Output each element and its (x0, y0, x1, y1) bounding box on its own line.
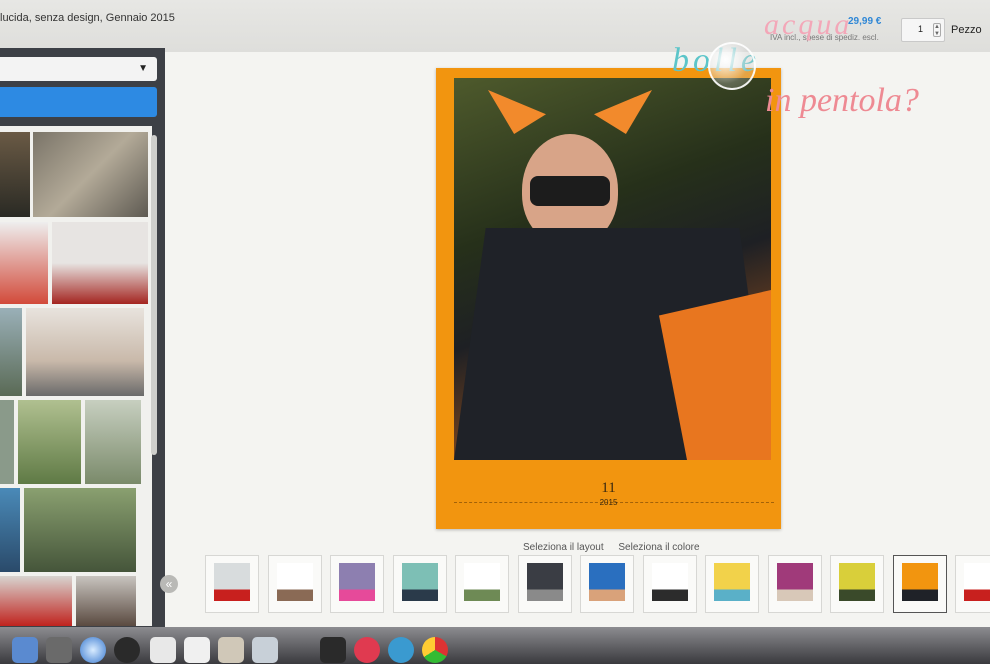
gallery-photo[interactable] (26, 308, 144, 396)
double-chevron-left-icon[interactable]: « (160, 575, 178, 593)
select-layout-link[interactable]: Seleziona il layout (523, 542, 604, 553)
gallery-photo[interactable] (0, 576, 72, 626)
bat-ear-right (594, 90, 652, 134)
template-thumbnail[interactable] (517, 555, 572, 613)
quantity-stepper[interactable]: 1 ▲ ▼ (901, 18, 945, 42)
photo-gallery (0, 126, 152, 626)
product-title: lucida, senza design, Gennaio 2015 (0, 12, 175, 24)
chrome-icon[interactable] (422, 637, 448, 663)
bat-mask (530, 176, 610, 206)
photos-icon[interactable] (218, 637, 244, 663)
template-thumbnail[interactable] (830, 555, 884, 613)
gallery-photo[interactable] (33, 132, 148, 217)
template-thumbnail[interactable] (892, 555, 947, 613)
gallery-photo[interactable] (0, 222, 48, 304)
gallery-photo[interactable] (24, 488, 136, 572)
calendar-page-preview: 11 2015 (436, 68, 781, 529)
watermark-line-1: acqua (764, 8, 853, 41)
template-preview (339, 563, 375, 601)
template-thumbnail[interactable] (955, 555, 990, 613)
gallery-photo[interactable] (18, 400, 81, 484)
gallery-photo[interactable] (0, 308, 22, 396)
template-preview (964, 563, 990, 601)
itunes-icon[interactable] (354, 637, 380, 663)
template-preview (214, 563, 250, 601)
quantity-unit-label: Pezzo (951, 24, 982, 36)
template-thumbnail[interactable] (767, 555, 822, 613)
template-preview (839, 563, 875, 601)
os-dock (0, 627, 990, 664)
calendar-month-number: 11 (601, 480, 616, 496)
browser-icon[interactable] (388, 637, 414, 663)
product-price: 29,99 € (848, 16, 882, 27)
bat-ear-left (488, 90, 546, 134)
template-preview (276, 563, 313, 601)
template-preview (901, 563, 938, 601)
gallery-photo[interactable] (76, 576, 136, 626)
calendar-photo[interactable] (454, 78, 771, 460)
select-color-link[interactable]: Seleziona il colore (618, 542, 699, 553)
watermark-line-3: in pentola? (765, 82, 919, 119)
gallery-photo[interactable] (0, 132, 30, 217)
template-thumbnail[interactable] (580, 555, 634, 613)
calendar-icon[interactable] (184, 637, 210, 663)
dvd-player-icon[interactable] (320, 637, 346, 663)
template-thumbnail[interactable] (267, 555, 322, 613)
template-strip (205, 555, 990, 627)
soap-bubble-icon (708, 42, 756, 90)
stepper-arrows-icon[interactable]: ▲ ▼ (933, 23, 941, 37)
template-thumbnail[interactable] (455, 555, 509, 613)
gallery-photo[interactable] (0, 400, 14, 484)
gallery-photo[interactable] (0, 488, 20, 572)
template-thumbnail[interactable] (705, 555, 759, 613)
finder-icon[interactable] (12, 637, 38, 663)
safari-icon[interactable] (80, 637, 106, 663)
template-preview (526, 563, 563, 601)
mail-icon[interactable] (150, 637, 176, 663)
template-preview (714, 563, 750, 601)
template-thumbnail[interactable] (642, 555, 697, 613)
template-thumbnail[interactable] (392, 555, 447, 613)
album-dropdown[interactable]: ▼ (0, 57, 157, 81)
chevron-down-icon: ▼ (138, 63, 148, 74)
quantity-value: 1 (918, 24, 924, 34)
layout-options: Seleziona il layout Seleziona il colore (523, 542, 712, 553)
template-preview (776, 563, 813, 601)
clock-icon[interactable] (114, 637, 140, 663)
gallery-photo[interactable] (52, 222, 148, 304)
calendar-year: 2015 (599, 498, 618, 507)
template-preview (464, 563, 500, 601)
sidebar-action-button[interactable] (0, 87, 157, 117)
template-preview (651, 563, 688, 601)
dashboard-icon[interactable] (46, 637, 72, 663)
template-thumbnail[interactable] (205, 555, 259, 613)
template-preview (401, 563, 438, 601)
gallery-photo[interactable] (85, 400, 141, 484)
preview-icon[interactable] (252, 637, 278, 663)
template-preview (589, 563, 625, 601)
template-thumbnail[interactable] (330, 555, 384, 613)
gallery-scrollbar[interactable] (151, 135, 157, 455)
